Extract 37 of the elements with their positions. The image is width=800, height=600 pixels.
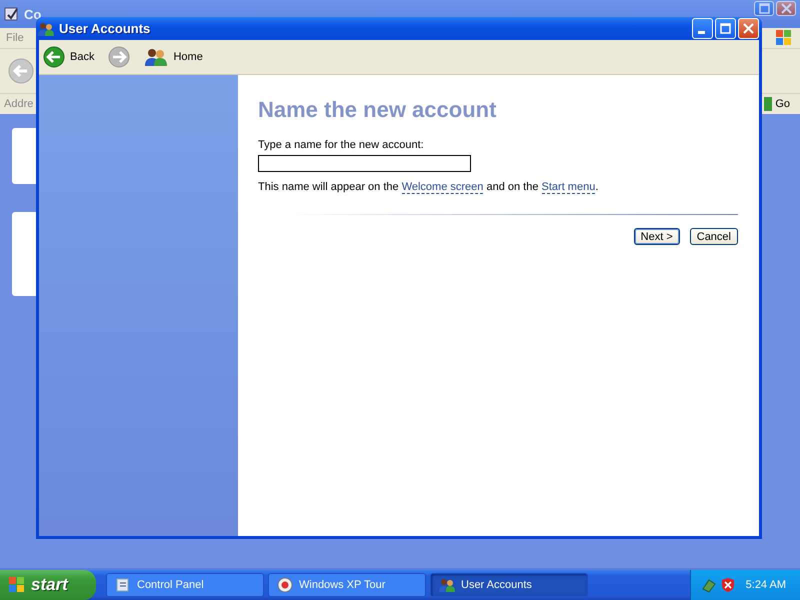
close-button[interactable] <box>776 1 796 16</box>
field-label: Type a name for the new account: <box>258 139 425 151</box>
cancel-button[interactable]: Cancel <box>690 228 738 245</box>
window-title: Co <box>24 6 42 22</box>
maximize-icon <box>758 3 770 14</box>
close-icon <box>743 23 754 34</box>
back-button[interactable]: Back <box>70 51 94 63</box>
go-button[interactable]: Go <box>764 97 796 111</box>
tour-icon <box>277 577 293 593</box>
link[interactable]: Welcome screen <box>402 181 484 194</box>
shield-icon[interactable] <box>721 577 735 593</box>
users-icon <box>439 578 455 592</box>
users-icon <box>38 22 54 36</box>
clock: 5:24 AM <box>746 579 787 591</box>
account-name-field[interactable] <box>258 155 471 172</box>
maximize-icon <box>720 23 731 34</box>
home-button[interactable]: Home <box>173 51 203 63</box>
network-icon[interactable] <box>701 577 717 593</box>
flag-icon <box>774 29 794 47</box>
link[interactable]: Start menu <box>542 181 596 194</box>
maximize-button[interactable] <box>754 1 774 16</box>
start-button[interactable]: start <box>0 570 96 600</box>
taskbar-button[interactable]: User Accounts <box>430 573 588 597</box>
close-icon <box>780 3 792 14</box>
window-title: User Accounts <box>59 21 150 36</box>
minimize-icon <box>698 30 704 34</box>
taskbar-button[interactable]: Windows XP Tour <box>268 573 426 597</box>
maximize-button[interactable] <box>715 18 736 39</box>
address-label: Addre <box>4 98 34 110</box>
users-icon[interactable] <box>144 47 168 67</box>
hint-text: This name will appear on the Welcome screen and on the Start menu. <box>258 181 600 193</box>
taskbar-button[interactable]: Control Panel <box>106 573 264 597</box>
next-button[interactable]: Next > <box>634 228 680 245</box>
minimize-button[interactable] <box>692 18 713 39</box>
page-heading: Name the new account <box>258 97 498 123</box>
close-button[interactable] <box>738 18 759 39</box>
flag-icon <box>8 576 26 594</box>
